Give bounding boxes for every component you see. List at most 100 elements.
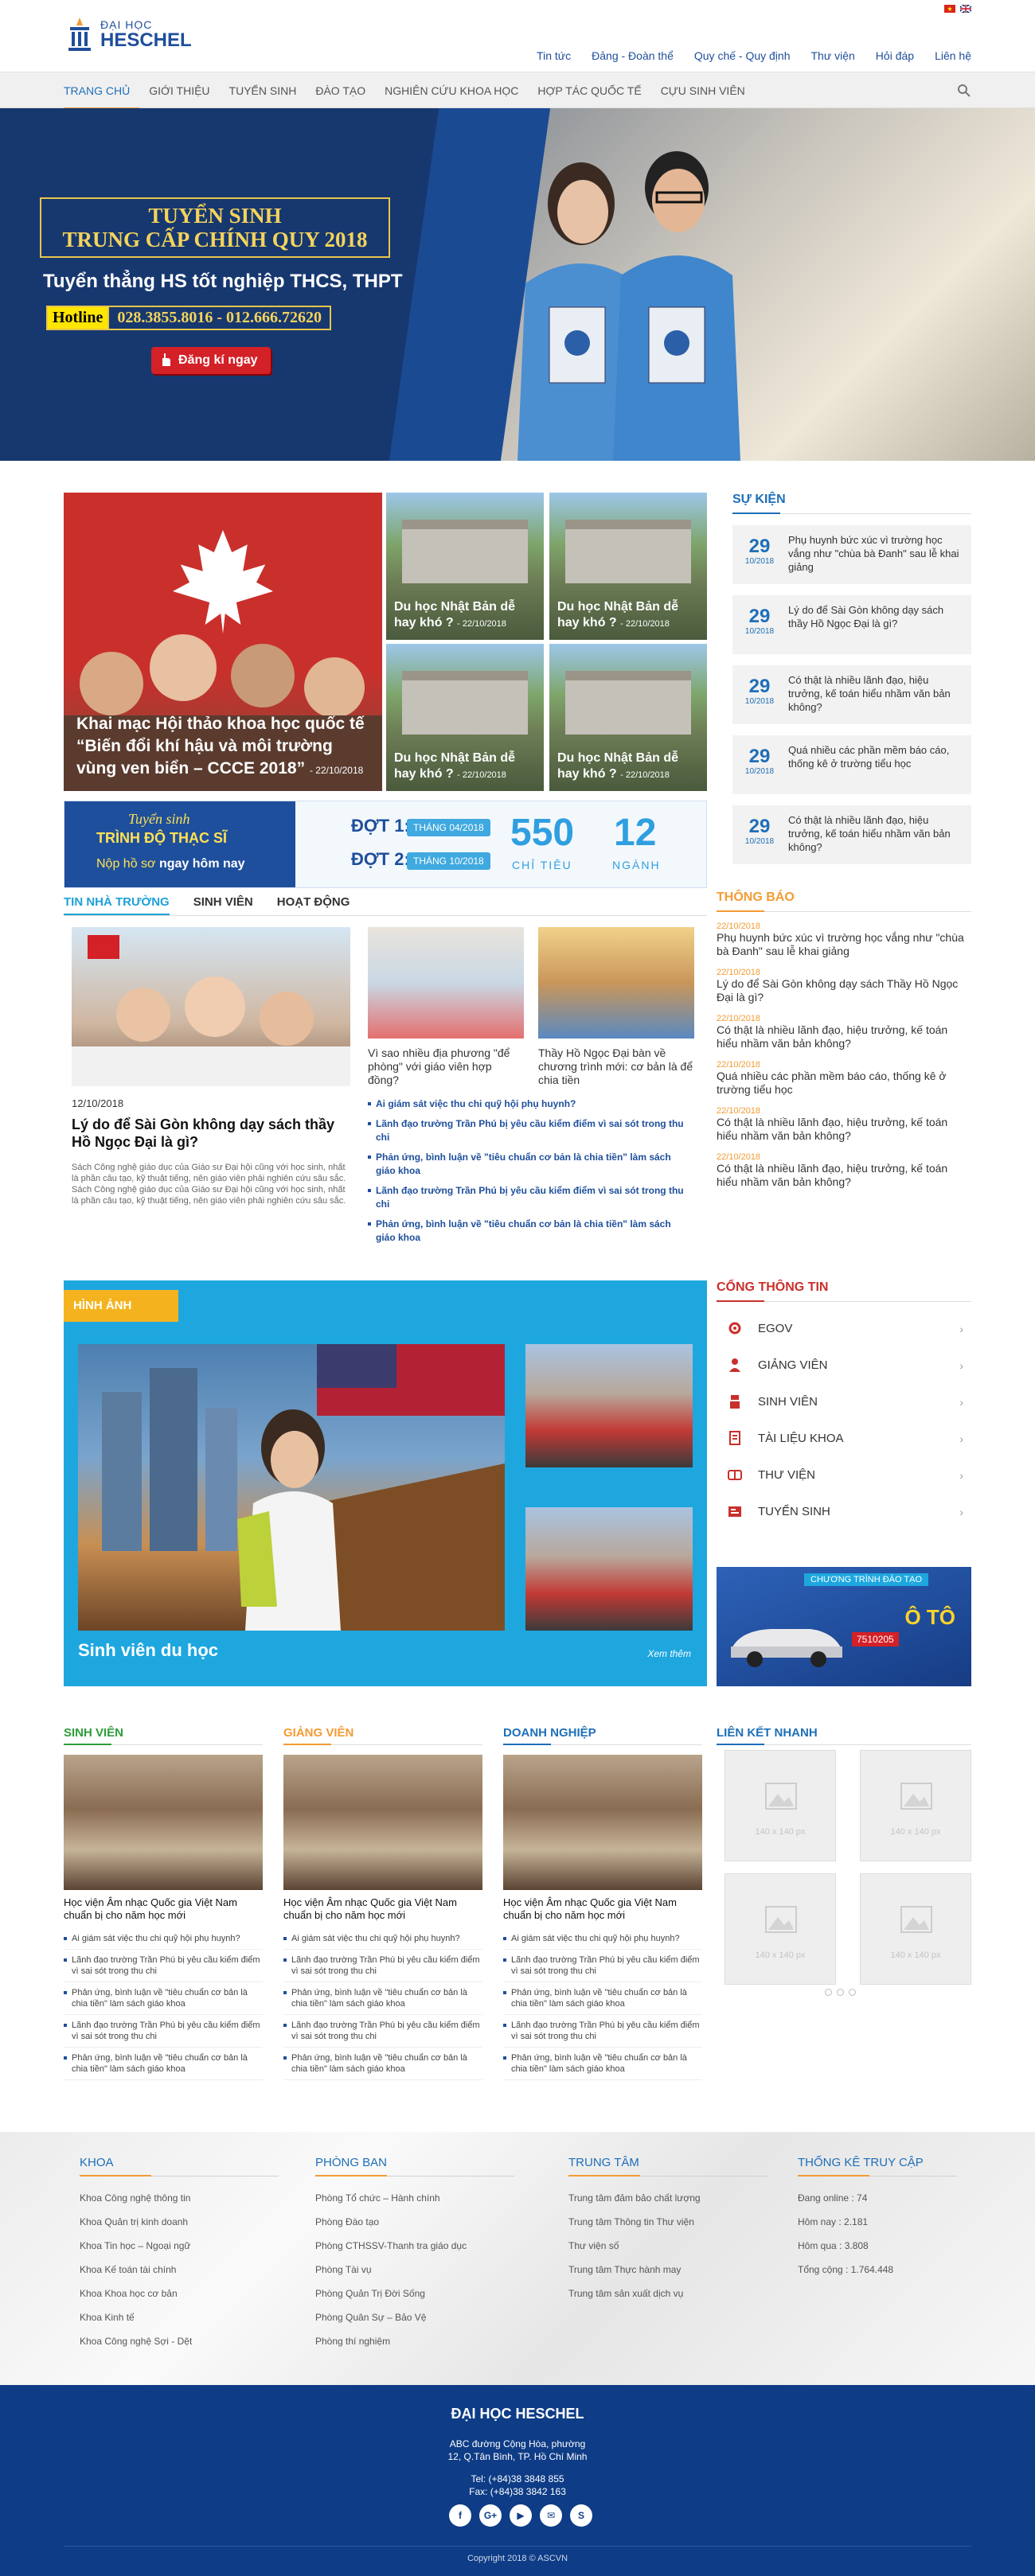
- footer-link[interactable]: Phòng Tổ chức – Hành chính: [315, 2186, 514, 2210]
- quick-link-placeholder[interactable]: 140 x 140 px: [860, 1873, 971, 1985]
- facebook-icon[interactable]: f: [449, 2504, 471, 2527]
- site-logo[interactable]: ĐẠI HỌC HESCHEL: [64, 14, 192, 54]
- featured-small-article[interactable]: Du học Nhật Bản dễ hay khó ? - 22/10/201…: [386, 493, 544, 640]
- carousel-dot[interactable]: [837, 1989, 844, 1996]
- category-link[interactable]: Ai giám sát việc thu chi quỹ hội phụ huy…: [283, 1928, 482, 1950]
- tab-school-news[interactable]: TIN NHÀ TRƯỜNG: [64, 890, 170, 915]
- category-title[interactable]: Học viện Âm nhạc Quốc gia Việt Nam chuẩn…: [503, 1896, 702, 1922]
- carousel-dot[interactable]: [849, 1989, 856, 1996]
- news-main-article[interactable]: 12/10/2018 Lý do để Sài Gòn không dạy sá…: [72, 927, 350, 1206]
- category-link[interactable]: Ai giám sát việc thu chi quỹ hội phụ huy…: [64, 1928, 263, 1950]
- youtube-icon[interactable]: ▶: [510, 2504, 532, 2527]
- footer-link[interactable]: Trung tâm đảm bảo chất lượng: [568, 2186, 767, 2210]
- footer-link[interactable]: Khoa Khoa học cơ bản: [80, 2282, 279, 2305]
- event-item[interactable]: 29 10/2018 Có thật là nhiều lãnh đạo, hiệu…: [732, 805, 971, 864]
- toplink-news[interactable]: Tin tức: [537, 49, 571, 62]
- news-link[interactable]: Phản ứng, bình luận về "tiêu chuẩn cơ bả…: [368, 1218, 686, 1245]
- gallery-main-photo[interactable]: [78, 1344, 505, 1631]
- event-item[interactable]: 29 10/2018 Lý do để Sài Gòn không dạy sách…: [732, 595, 971, 654]
- footer-link[interactable]: Khoa Tin học – Ngoại ngữ: [80, 2234, 279, 2258]
- category-link[interactable]: Phản ứng, bình luận về "tiêu chuẩn cơ bả…: [64, 2048, 263, 2080]
- notice-item[interactable]: 22/10/2018 Có thật là nhiều lãnh đạo, hiệ…: [717, 1014, 971, 1050]
- nav-home[interactable]: TRANG CHỦ: [64, 72, 140, 109]
- toplink-contact[interactable]: Liên hệ: [935, 49, 971, 62]
- notice-item[interactable]: 22/10/2018 Lý do để Sài Gòn không dạy sác…: [717, 968, 971, 1004]
- category-link[interactable]: Phản ứng, bình luận về "tiêu chuẩn cơ bả…: [503, 2048, 702, 2080]
- skype-icon[interactable]: S: [570, 2504, 592, 2527]
- toplink-faq[interactable]: Hỏi đáp: [876, 49, 914, 62]
- vietnam-flag-icon[interactable]: [944, 5, 955, 13]
- category-link[interactable]: Phản ứng, bình luận về "tiêu chuẩn cơ bả…: [283, 2048, 482, 2080]
- notice-item[interactable]: 22/10/2018 Có thật là nhiều lãnh đạo, hiệ…: [717, 1152, 971, 1189]
- masters-admission-banner[interactable]: Tuyển sinh TRÌNH ĐỘ THẠC SĨ Nộp hồ sơ ng…: [64, 801, 707, 888]
- category-link[interactable]: Phản ứng, bình luận về "tiêu chuẩn cơ bả…: [503, 1982, 702, 2015]
- category-title[interactable]: Học viện Âm nhạc Quốc gia Việt Nam chuẩn…: [283, 1896, 482, 1922]
- footer-link[interactable]: Phòng CTHSSV-Thanh tra giáo dục: [315, 2234, 514, 2258]
- search-icon[interactable]: [957, 84, 971, 98]
- footer-link[interactable]: Khoa Công nghệ thông tin: [80, 2186, 279, 2210]
- news-link[interactable]: Ai giám sát việc thu chi quỹ hội phụ huy…: [368, 1097, 686, 1111]
- featured-big-article[interactable]: Khai mạc Hội thảo khoa học quốc tế “Biến…: [64, 493, 382, 791]
- google-plus-icon[interactable]: G+: [479, 2504, 502, 2527]
- featured-small-article[interactable]: Du học Nhật Bản dễ hay khó ? - 22/10/201…: [549, 644, 707, 791]
- category-title[interactable]: Học viện Âm nhạc Quốc gia Việt Nam chuẩn…: [64, 1896, 263, 1922]
- nav-international[interactable]: HỢP TÁC QUỐC TẾ: [528, 72, 650, 109]
- toplink-party[interactable]: Đảng - Đoàn thể: [592, 49, 674, 62]
- category-link[interactable]: Lãnh đạo trường Trần Phú bị yêu cầu kiểm…: [283, 2015, 482, 2048]
- nav-research[interactable]: NGHIÊN CỨU KHOA HỌC: [375, 72, 528, 109]
- nav-about[interactable]: GIỚI THIỆU: [139, 72, 219, 109]
- footer-link[interactable]: Trung tâm Thông tin Thư viện: [568, 2210, 767, 2234]
- category-image[interactable]: [503, 1755, 702, 1890]
- carousel-dot[interactable]: [825, 1989, 832, 1996]
- notice-item[interactable]: 22/10/2018 Phụ huynh bức xúc vì trường họ…: [717, 922, 971, 958]
- quick-link-placeholder[interactable]: 140 x 140 px: [724, 1750, 836, 1861]
- footer-link[interactable]: Khoa Kinh tế: [80, 2305, 279, 2329]
- category-link[interactable]: Lãnh đạo trường Trần Phú bị yêu cầu kiểm…: [283, 1950, 482, 1982]
- news-main-title[interactable]: Lý do để Sài Gòn không dạy sách thầy Hồ …: [72, 1116, 350, 1151]
- portal-item-documents[interactable]: TÀI LIỆU KHOA ›: [717, 1420, 971, 1456]
- category-image[interactable]: [283, 1755, 482, 1890]
- toplink-regulations[interactable]: Quy chế - Quy định: [694, 49, 791, 62]
- news-link[interactable]: Lãnh đạo trường Trần Phú bị yêu cầu kiểm…: [368, 1117, 686, 1144]
- tab-students[interactable]: SINH VIÊN: [193, 890, 253, 915]
- event-item[interactable]: 29 10/2018 Có thật là nhiều lãnh đạo, hiệu…: [732, 665, 971, 724]
- toplink-library[interactable]: Thư viện: [811, 49, 855, 62]
- hero-banner[interactable]: TUYỂN SINH TRUNG CẤP CHÍNH QUY 2018 Tuyể…: [0, 108, 1035, 461]
- featured-small-article[interactable]: Du học Nhật Bản dễ hay khó ? - 22/10/201…: [549, 493, 707, 640]
- tab-activities[interactable]: HOẠT ĐỘNG: [277, 890, 350, 915]
- news-side-article[interactable]: Vì sao nhiều địa phương "để phòng" với g…: [368, 927, 524, 1087]
- nav-training[interactable]: ĐÀO TẠO: [306, 72, 375, 109]
- category-link[interactable]: Phản ứng, bình luận về "tiêu chuẩn cơ bả…: [283, 1982, 482, 2015]
- category-link[interactable]: Lãnh đạo trường Trần Phú bị yêu cầu kiểm…: [64, 1950, 263, 1982]
- footer-link[interactable]: Phòng Quân Sự – Bảo Vệ: [315, 2305, 514, 2329]
- featured-small-article[interactable]: Du học Nhật Bản dễ hay khó ? - 22/10/201…: [386, 644, 544, 791]
- footer-link[interactable]: Phòng Tài vụ: [315, 2258, 514, 2282]
- portal-item-egov[interactable]: EGOV ›: [717, 1310, 971, 1346]
- quick-link-placeholder[interactable]: 140 x 140 px: [724, 1873, 836, 1985]
- news-side-article[interactable]: Thầy Hồ Ngọc Đại bàn về chương trình mới…: [538, 927, 694, 1087]
- event-item[interactable]: 29 10/2018 Phụ huynh bức xúc vì trường học…: [732, 525, 971, 584]
- footer-link[interactable]: Khoa Công nghệ Sợi - Dệt: [80, 2329, 279, 2353]
- footer-link[interactable]: Phòng Đào tạo: [315, 2210, 514, 2234]
- portal-item-admissions[interactable]: TUYỂN SINH ›: [717, 1493, 971, 1530]
- category-link[interactable]: Lãnh đạo trường Trần Phú bị yêu cầu kiểm…: [503, 1950, 702, 1982]
- email-icon[interactable]: ✉: [540, 2504, 562, 2527]
- nav-admissions[interactable]: TUYỂN SINH: [220, 72, 307, 109]
- register-button[interactable]: Đăng kí ngay: [151, 347, 271, 374]
- quick-link-placeholder[interactable]: 140 x 140 px: [860, 1750, 971, 1861]
- category-link[interactable]: Ai giám sát việc thu chi quỹ hội phụ huy…: [503, 1928, 702, 1950]
- footer-link[interactable]: Phòng thí nghiệm: [315, 2329, 514, 2353]
- footer-link[interactable]: Phòng Quản Trị Đời Sống: [315, 2282, 514, 2305]
- gallery-thumb[interactable]: [525, 1507, 693, 1631]
- notice-item[interactable]: 22/10/2018 Có thật là nhiều lãnh đạo, hiệ…: [717, 1106, 971, 1143]
- news-link[interactable]: Phản ứng, bình luận về "tiêu chuẩn cơ bả…: [368, 1151, 686, 1178]
- notice-item[interactable]: 22/10/2018 Quá nhiều các phần mềm báo cáo…: [717, 1060, 971, 1097]
- category-link[interactable]: Phản ứng, bình luận về "tiêu chuẩn cơ bả…: [64, 1982, 263, 2015]
- category-image[interactable]: [64, 1755, 263, 1890]
- uk-flag-icon[interactable]: [960, 5, 971, 13]
- nav-alumni[interactable]: CỰU SINH VIÊN: [651, 72, 755, 109]
- category-link[interactable]: Lãnh đạo trường Trần Phú bị yêu cầu kiểm…: [503, 2015, 702, 2048]
- footer-link[interactable]: Khoa Quản trị kinh doanh: [80, 2210, 279, 2234]
- footer-link[interactable]: Thư viện số: [568, 2234, 767, 2258]
- portal-item-teachers[interactable]: GIẢNG VIÊN ›: [717, 1346, 971, 1383]
